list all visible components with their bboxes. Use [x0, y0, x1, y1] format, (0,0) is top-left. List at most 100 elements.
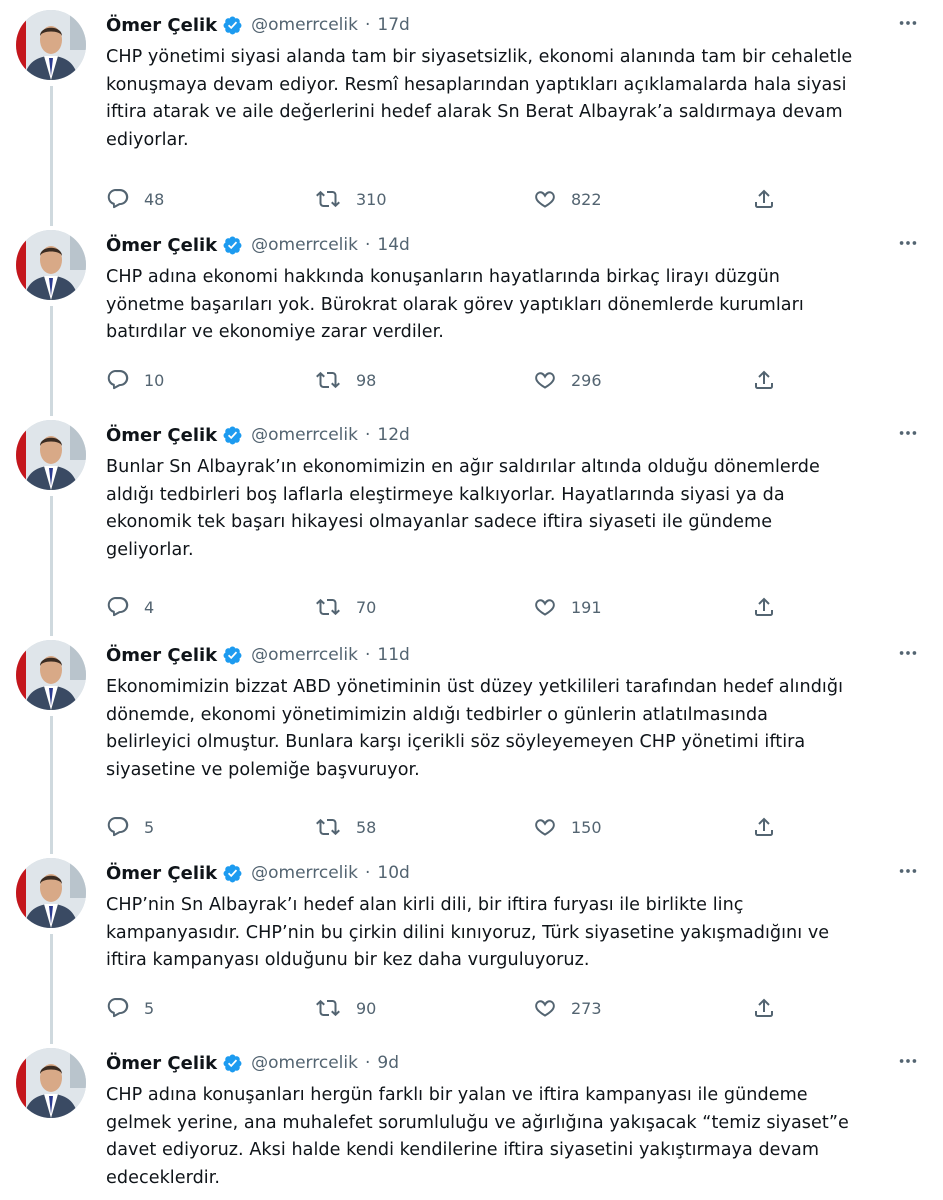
like-button[interactable]: 150 — [533, 812, 602, 842]
separator-dot: · — [364, 235, 371, 255]
share-icon — [752, 368, 776, 392]
tweet-header: Ömer Çelik @omerrcelik · 12d — [106, 420, 410, 450]
reply-button[interactable]: 4 — [106, 592, 154, 622]
avatar[interactable] — [16, 230, 86, 300]
tweet[interactable]: Ömer Çelik @omerrcelik · 12d Bunlar Sn Albay… — [0, 420, 943, 640]
tweet[interactable]: Ömer Çelik @omerrcelik · 9d CHP adına konuşa… — [0, 1048, 943, 1200]
retweet-icon — [316, 815, 340, 839]
more-options-icon[interactable] — [895, 230, 921, 256]
like-button[interactable]: 296 — [533, 365, 602, 395]
tweet-header: Ömer Çelik @omerrcelik · 14d — [106, 230, 410, 260]
retweet-button[interactable]: 70 — [316, 592, 376, 622]
tweet-text-line: ediyorlar. — [106, 129, 189, 150]
tweet-actions: 5 90 273 — [106, 993, 806, 1023]
author-handle[interactable]: @omerrcelik — [251, 425, 358, 445]
share-button[interactable] — [752, 993, 776, 1023]
more-options-icon[interactable] — [895, 10, 921, 36]
like-count: 150 — [571, 817, 602, 837]
author-name[interactable]: Ömer Çelik — [106, 863, 217, 884]
avatar[interactable] — [16, 420, 86, 490]
reply-count: 5 — [144, 998, 155, 1018]
author-name[interactable]: Ömer Çelik — [106, 235, 217, 256]
author-handle[interactable]: @omerrcelik — [251, 645, 358, 665]
more-options-icon[interactable] — [895, 420, 921, 446]
reply-count: 10 — [144, 370, 165, 390]
tweet-text-line: iftira kampanyası olduğunu bir kez daha … — [106, 950, 590, 970]
separator-dot: · — [364, 863, 371, 883]
separator-dot: · — [364, 425, 371, 445]
tweet-text-line: Bunlar Sn Albayrak’ın ekonomimizin en ağ… — [106, 457, 820, 477]
avatar[interactable] — [16, 640, 86, 710]
tweet-text: Ekonomimizin bizzat ABD yönetiminin üst … — [106, 674, 921, 784]
retweet-button[interactable]: 90 — [316, 993, 376, 1023]
author-name[interactable]: Ömer Çelik — [106, 645, 217, 666]
tweet-timestamp[interactable]: 12d — [377, 425, 409, 445]
tweet[interactable]: Ömer Çelik @omerrcelik · 14d CHP adına ekono… — [0, 230, 943, 420]
like-count: 296 — [571, 370, 602, 390]
like-count: 822 — [571, 189, 602, 209]
heart-icon — [533, 368, 557, 392]
author-name[interactable]: Ömer Çelik — [106, 15, 217, 36]
author-name[interactable]: Ömer Çelik — [106, 425, 217, 446]
avatar[interactable] — [16, 1048, 86, 1118]
author-handle[interactable]: @omerrcelik — [251, 235, 358, 255]
verified-badge-icon — [222, 15, 243, 36]
tweet-timestamp[interactable]: 9d — [377, 1053, 399, 1073]
retweet-count: 310 — [356, 189, 387, 209]
tweet-timestamp[interactable]: 10d — [377, 863, 409, 883]
more-options-icon[interactable] — [895, 640, 921, 666]
like-button[interactable]: 191 — [533, 592, 602, 622]
retweet-count: 58 — [356, 817, 377, 837]
retweet-count: 70 — [356, 597, 377, 617]
like-button[interactable]: 822 — [533, 184, 602, 214]
tweet-text-line: gelmek yerine, ana muhalefet sorumluluğu… — [106, 1112, 849, 1133]
reply-button[interactable]: 48 — [106, 184, 164, 214]
tweet-text-line: Ekonomimizin bizzat ABD yönetiminin üst … — [106, 677, 844, 697]
reply-button[interactable]: 5 — [106, 993, 154, 1023]
more-options-icon[interactable] — [895, 1048, 921, 1074]
verified-badge-icon — [222, 645, 243, 666]
share-icon — [752, 996, 776, 1020]
avatar[interactable] — [16, 858, 86, 928]
tweet-header: Ömer Çelik @omerrcelik · 11d — [106, 640, 410, 670]
reply-icon — [106, 815, 130, 839]
tweet-timestamp[interactable]: 11d — [377, 645, 409, 665]
tweet-text-line: yönetme başarıları yok. Bürokrat olarak … — [106, 294, 804, 315]
separator-dot: · — [364, 15, 371, 35]
like-button[interactable]: 273 — [533, 993, 602, 1023]
share-button[interactable] — [752, 812, 776, 842]
reply-button[interactable]: 5 — [106, 812, 154, 842]
share-button[interactable] — [752, 365, 776, 395]
tweet[interactable]: Ömer Çelik @omerrcelik · 11d Ekonomimizin bi… — [0, 640, 943, 858]
verified-badge-icon — [222, 863, 243, 884]
share-button[interactable] — [752, 184, 776, 214]
share-icon — [752, 595, 776, 619]
tweet-timestamp[interactable]: 14d — [377, 235, 409, 255]
tweet-text-line: kampanyasıdır. CHP’nin bu çirkin dilini … — [106, 922, 830, 943]
retweet-icon — [316, 368, 340, 392]
author-name[interactable]: Ömer Çelik — [106, 1053, 217, 1074]
share-button[interactable] — [752, 592, 776, 622]
more-options-icon[interactable] — [895, 858, 921, 884]
thread-connector — [50, 86, 53, 226]
tweet[interactable]: Ömer Çelik @omerrcelik · 10d CHP’nin Sn Alba… — [0, 858, 943, 1048]
tweet-text: CHP adına ekonomi hakkında konuşanların … — [106, 264, 921, 347]
tweet-timestamp[interactable]: 17d — [377, 15, 409, 35]
author-handle[interactable]: @omerrcelik — [251, 863, 358, 883]
heart-icon — [533, 996, 557, 1020]
like-count: 191 — [571, 597, 602, 617]
heart-icon — [533, 815, 557, 839]
tweet[interactable]: Ömer Çelik @omerrcelik · 17d CHP yönetimi si… — [0, 10, 943, 230]
author-handle[interactable]: @omerrcelik — [251, 15, 358, 35]
avatar[interactable] — [16, 10, 86, 80]
tweet-actions: 48 310 822 — [106, 184, 806, 214]
author-handle[interactable]: @omerrcelik — [251, 1053, 358, 1073]
retweet-button[interactable]: 98 — [316, 365, 376, 395]
retweet-button[interactable]: 310 — [316, 184, 387, 214]
tweet-header: Ömer Çelik @omerrcelik · 17d — [106, 10, 410, 40]
retweet-button[interactable]: 58 — [316, 812, 376, 842]
tweet-actions: 4 70 191 — [106, 592, 806, 622]
tweet-text-line: CHP adına konuşanları hergün farklı bir … — [106, 1085, 808, 1105]
tweet-text: CHP yönetimi siyasi alanda tam bir siyas… — [106, 44, 921, 154]
reply-button[interactable]: 10 — [106, 365, 164, 395]
